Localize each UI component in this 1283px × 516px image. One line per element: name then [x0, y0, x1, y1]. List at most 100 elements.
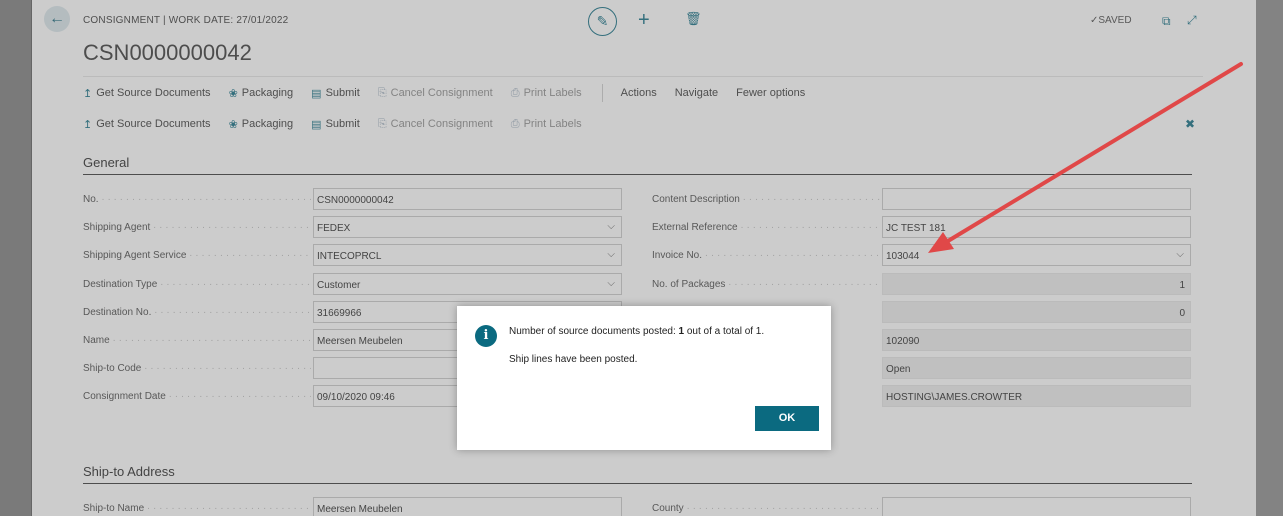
open-new-window-button[interactable]: ⧉: [1162, 14, 1171, 29]
content-description-input[interactable]: [882, 188, 1191, 210]
field-label: Invoice No.: [652, 250, 880, 261]
shipping-agent-row: Shipping Agent FEDEX ⌵: [83, 216, 623, 239]
field-label: External Reference: [652, 222, 880, 233]
collapse-button[interactable]: ⤢: [1187, 13, 1197, 28]
actions-menu[interactable]: Actions: [621, 87, 657, 99]
chevron-down-icon[interactable]: ⌵: [607, 221, 615, 232]
shipping-agent-input[interactable]: FEDEX ⌵: [313, 216, 622, 239]
invoice-no-row: Invoice No. 103044 ⌵: [652, 244, 1192, 267]
plus-icon: +: [638, 9, 650, 31]
field-value: JC TEST 181: [886, 223, 946, 235]
field-value: 103044: [886, 251, 920, 263]
print-icon: ⎙: [510, 117, 520, 130]
get-source-documents-action[interactable]: ↥ Get Source Documents: [83, 118, 211, 131]
field-5-input: 102090: [882, 329, 1191, 351]
field-label: Shipping Agent: [83, 222, 311, 233]
collapse-icon: ⤢: [1187, 13, 1197, 27]
field-label: Ship-to Name: [83, 503, 311, 514]
no-input[interactable]: CSN0000000042: [313, 188, 622, 210]
field-label: Content Description: [652, 194, 880, 205]
field-value: Open: [886, 364, 911, 376]
cancel-consignment-label: Cancel Consignment: [390, 118, 493, 130]
cancel-consignment-action[interactable]: ⎘ Cancel Consignment: [378, 118, 493, 131]
chevron-down-icon[interactable]: ⌵: [607, 249, 615, 260]
dialog-message: Number of source documents posted: 1 out…: [509, 326, 764, 337]
print-labels-label: Print Labels: [523, 118, 582, 130]
cancel-consignment-action[interactable]: ⎘ Cancel Consignment: [378, 87, 493, 100]
submit-icon: ▤: [311, 87, 322, 100]
new-button[interactable]: +: [638, 9, 650, 32]
field-value: CSN0000000042: [317, 195, 394, 206]
field-label: Destination No.: [83, 307, 311, 318]
back-button[interactable]: ←: [44, 6, 70, 32]
no-of-packages-row: No. of Packages 1: [652, 272, 1192, 295]
field-value: 102090: [886, 336, 920, 347]
submit-label: Submit: [325, 87, 360, 99]
destination-type-input[interactable]: Customer ⌵: [313, 272, 622, 295]
no-of-packages-input: 1: [882, 272, 1191, 295]
cancel-consignment-label: Cancel Consignment: [390, 87, 493, 99]
shipping-agent-service-row: Shipping Agent Service INTECOPRCL ⌵: [83, 244, 623, 267]
cancel-icon: ⎘: [377, 86, 387, 99]
fewer-options-menu[interactable]: Fewer options: [736, 87, 805, 99]
dialog-message-suffix: out of a total of 1.: [684, 326, 765, 337]
get-source-documents-label: Get Source Documents: [96, 87, 211, 99]
field-label: Destination Type: [83, 279, 311, 290]
external-reference-row: External Reference JC TEST 181: [652, 216, 1192, 239]
field-6-input: Open: [882, 357, 1191, 380]
submit-action[interactable]: ▤ Submit: [311, 87, 360, 100]
page-caption: CONSIGNMENT | WORK DATE: 27/01/2022: [83, 15, 289, 26]
shipping-agent-service-input[interactable]: INTECOPRCL ⌵: [313, 244, 622, 267]
content-description-row: Content Description: [652, 188, 1192, 210]
ship-to-name-row: Ship-to Name Meersen Meubelen: [83, 497, 623, 516]
print-labels-action[interactable]: ⎙ Print Labels: [511, 118, 582, 131]
get-source-icon: ↥: [83, 87, 93, 100]
action-separator: [601, 84, 603, 102]
packaging-action[interactable]: ❀ Packaging: [229, 118, 294, 131]
trash-icon: 🗑: [685, 11, 702, 26]
print-labels-action[interactable]: ⎙ Print Labels: [511, 87, 582, 100]
ship-to-section-line: [83, 483, 1192, 484]
field-value: Meersen Meubelen: [317, 504, 403, 515]
field-value: Meersen Meubelen: [317, 336, 403, 347]
invoice-no-input[interactable]: 103044 ⌵: [882, 244, 1191, 267]
general-section-title[interactable]: General: [83, 155, 129, 170]
ship-to-name-input[interactable]: Meersen Meubelen: [313, 497, 622, 516]
cancel-icon: ⎘: [377, 117, 387, 130]
chevron-down-icon[interactable]: ⌵: [1176, 249, 1184, 260]
saved-label: SAVED: [1098, 15, 1132, 26]
county-input[interactable]: [882, 497, 1191, 516]
message-dialog: i Number of source documents posted: 1 o…: [457, 306, 831, 450]
print-labels-label: Print Labels: [523, 87, 582, 99]
delete-button[interactable]: 🗑: [685, 11, 702, 27]
submit-label: Submit: [325, 118, 360, 130]
edit-button[interactable]: ✎: [588, 7, 617, 36]
packaging-label: Packaging: [241, 87, 294, 99]
field-value: 09/10/2020 09:46: [317, 392, 395, 404]
back-arrow-icon: ←: [49, 10, 65, 27]
action-bar-primary: ↥ Get Source Documents ❀ Packaging ▤ Submit ⎘ C…: [83, 83, 823, 103]
ship-to-section-title[interactable]: Ship-to Address: [83, 464, 175, 479]
dialog-message-prefix: Number of source documents posted:: [509, 326, 679, 337]
field-value: HOSTING\JAMES.CROWTER: [886, 392, 1023, 404]
chevron-down-icon[interactable]: ⌵: [607, 278, 615, 289]
field-value: INTECOPRCL: [317, 251, 382, 263]
ok-button[interactable]: OK: [755, 406, 819, 431]
page-title: CSN0000000042: [83, 40, 252, 65]
submit-action[interactable]: ▤ Submit: [311, 118, 360, 131]
packaging-action[interactable]: ❀ Packaging: [229, 87, 294, 100]
pencil-icon: ✎: [596, 13, 609, 29]
navigate-menu[interactable]: Navigate: [675, 87, 718, 99]
pin-action-bar-button[interactable]: ✖: [1185, 117, 1195, 131]
field-label: County: [652, 503, 880, 514]
action-bar-divider: [83, 76, 1203, 77]
no-row: No. CSN0000000042: [83, 188, 623, 210]
general-section-line: [83, 174, 1192, 175]
get-source-documents-action[interactable]: ↥ Get Source Documents: [83, 87, 211, 100]
submit-icon: ▤: [311, 118, 322, 131]
field-label: Shipping Agent Service: [83, 250, 311, 261]
external-reference-input[interactable]: JC TEST 181: [882, 216, 1191, 239]
destination-type-row: Destination Type Customer ⌵: [83, 272, 623, 295]
dialog-message-2: Ship lines have been posted.: [509, 354, 638, 365]
field-label: Consignment Date: [83, 391, 311, 402]
